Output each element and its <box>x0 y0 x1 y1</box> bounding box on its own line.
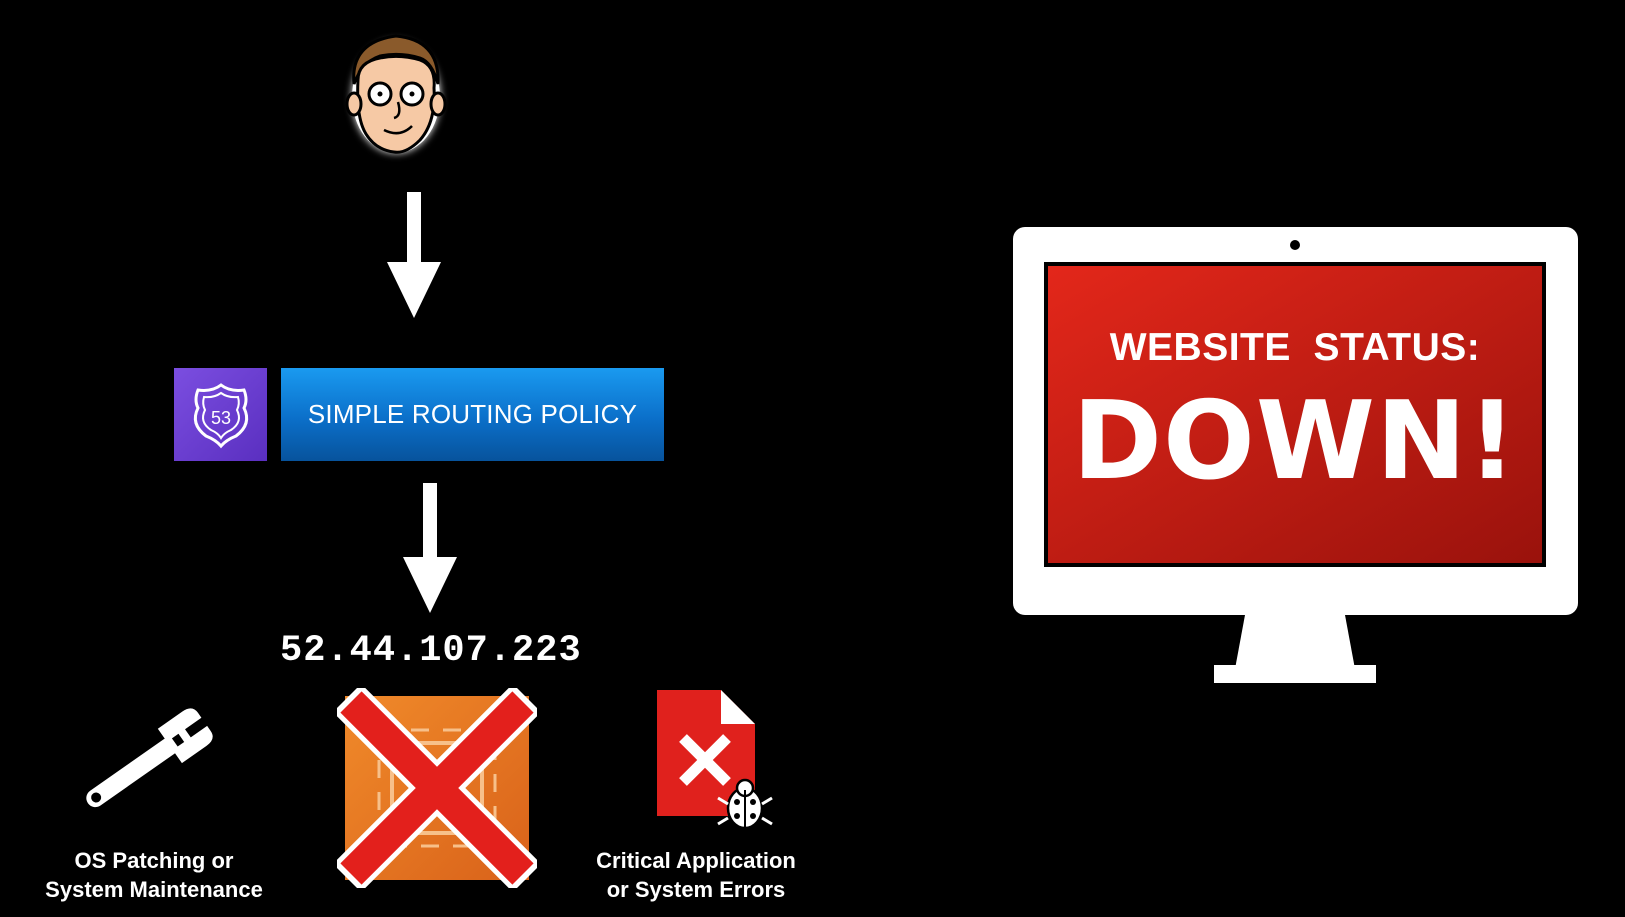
website-status-label: WEBSITE STATUS: <box>1109 326 1481 369</box>
caption-line: System Maintenance <box>45 877 263 902</box>
caption-maintenance: OS Patching or System Maintenance <box>4 846 304 904</box>
route53-icon: 53 <box>174 368 267 461</box>
caption-line: or System Errors <box>606 877 786 902</box>
caption-line: OS Patching or <box>74 848 234 873</box>
ec2-instance-failed-icon <box>337 688 537 888</box>
down-arrow-icon <box>403 483 457 613</box>
error-document-icon <box>657 690 773 830</box>
routing-policy-label: SIMPLE ROUTING POLICY <box>281 368 664 461</box>
caption-errors: Critical Application or System Errors <box>546 846 846 904</box>
website-status-value: DOWN! <box>1072 379 1518 504</box>
svg-text:53: 53 <box>210 408 230 428</box>
down-arrow-icon <box>387 192 441 318</box>
caption-line: Critical Application <box>596 848 796 873</box>
wrench-icon <box>86 708 213 808</box>
user-avatar-icon <box>345 34 447 154</box>
ip-address: 52.44.107.223 <box>280 630 582 672</box>
